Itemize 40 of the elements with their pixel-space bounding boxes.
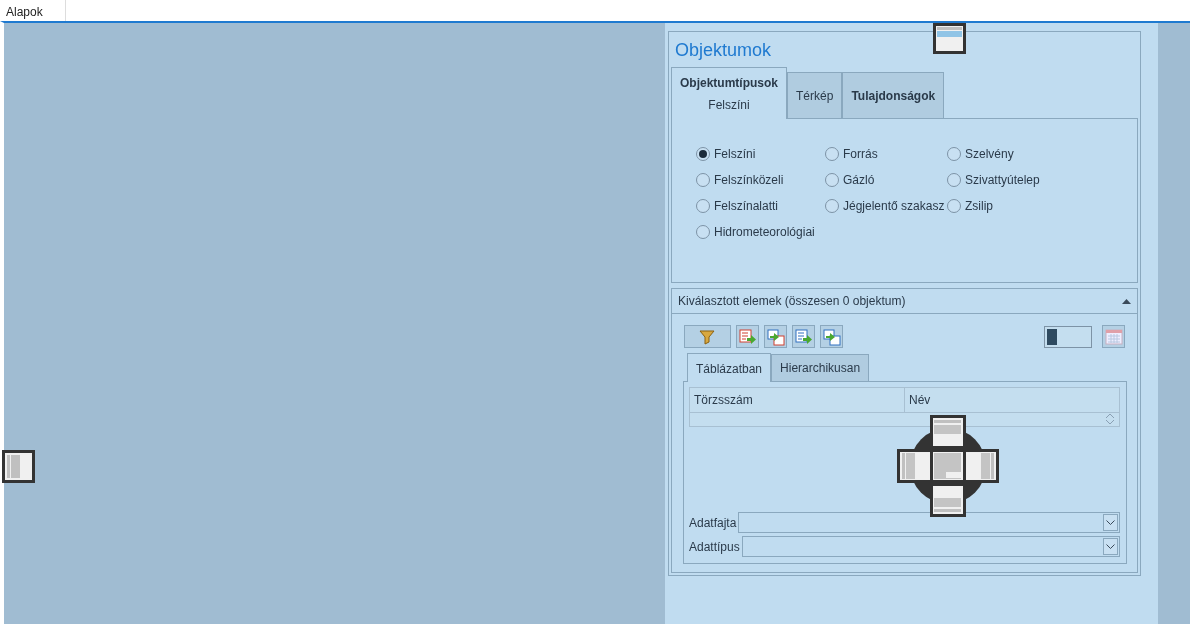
export-grid-icon	[765, 327, 786, 346]
scroll-arrows-icon[interactable]	[1105, 413, 1115, 425]
radio-option[interactable]: Felszíni	[696, 145, 825, 163]
filter-icon	[697, 327, 718, 346]
radio-option[interactable]: Zsilip	[947, 197, 1067, 215]
radio-option[interactable]: Felszínközeli	[696, 171, 825, 189]
export-list-button[interactable]	[736, 325, 759, 348]
panel-title: Objektumok	[674, 39, 773, 62]
dock-guide-drawing[interactable]	[897, 415, 999, 517]
radio-option[interactable]: Gázló	[825, 171, 947, 189]
radio-option[interactable]: Forrás	[825, 145, 947, 163]
export-grid-button[interactable]	[820, 325, 843, 348]
radio-option[interactable]: Szelvény	[947, 145, 1067, 163]
dock-left-icon[interactable]	[2, 450, 35, 483]
field-label: Adatfajta	[689, 514, 737, 532]
column-header[interactable]: Név	[905, 388, 1119, 412]
calendar-icon	[1104, 328, 1123, 345]
radio-option[interactable]: Szivattyútelep	[947, 171, 1067, 189]
dropdown-field[interactable]	[738, 512, 1120, 533]
filter-button[interactable]	[684, 325, 731, 348]
toggle-switch[interactable]	[1044, 325, 1092, 348]
tab[interactable]: Objektumtípusok Felszíni	[671, 67, 787, 119]
tab[interactable]: Hierarchikusan	[771, 354, 870, 381]
dropdown-field[interactable]	[741, 536, 1120, 557]
radio-option[interactable]: Felszínalatti	[696, 197, 825, 215]
export-list-icon	[737, 327, 758, 346]
export-grid-icon	[821, 327, 842, 346]
radio-option[interactable]: Hidrometeorológiai	[696, 223, 825, 241]
collapse-arrow-icon[interactable]	[1122, 298, 1131, 304]
column-header[interactable]: Törzsszám	[690, 388, 905, 412]
tab[interactable]: Tulajdonságok	[842, 72, 945, 118]
tab[interactable]: Térkép	[787, 72, 843, 118]
section-header[interactable]: Kiválasztott elemek (összesen 0 objektum)	[672, 289, 1137, 314]
tab[interactable]: Táblázatban	[687, 353, 772, 382]
export-grid-button[interactable]	[764, 325, 787, 348]
export-list-icon	[793, 327, 814, 346]
radio-option[interactable]: Jégjelentő szakasz	[825, 197, 947, 215]
field-label: Adattípus	[689, 538, 740, 556]
dock-top-icon[interactable]	[933, 23, 966, 54]
export-list-button[interactable]	[792, 325, 815, 348]
